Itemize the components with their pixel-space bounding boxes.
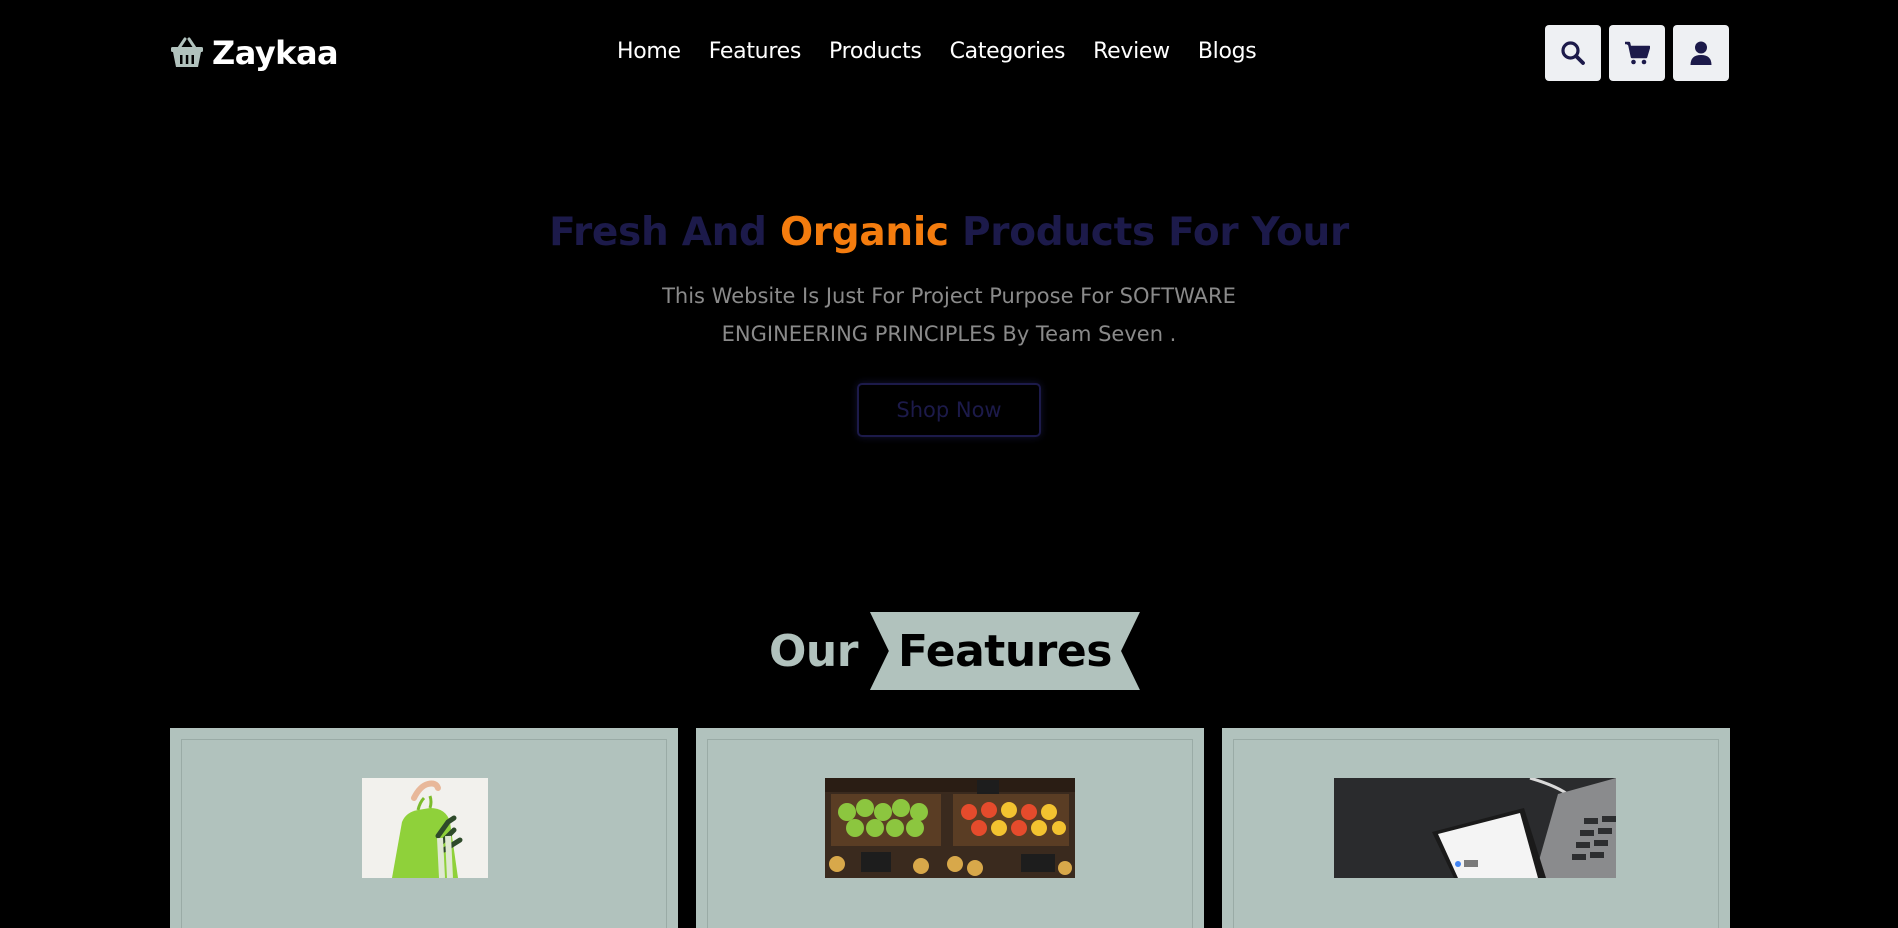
- feature-card: [170, 728, 678, 928]
- shopping-bag-illustration: [362, 778, 488, 878]
- header-actions: [1545, 25, 1729, 81]
- feature-card: [1222, 728, 1730, 928]
- nav-categories[interactable]: Categories: [950, 39, 1066, 64]
- feature-card: [696, 728, 1204, 928]
- hero-title-part1: Fresh And: [549, 210, 780, 255]
- search-button[interactable]: [1545, 25, 1601, 81]
- main-nav: Home Features Products Categories Review…: [617, 39, 1257, 64]
- hero-section: Fresh And Organic Products For Your This…: [0, 210, 1898, 437]
- cart-button[interactable]: [1609, 25, 1665, 81]
- search-icon: [1561, 41, 1585, 65]
- hero-title: Fresh And Organic Products For Your: [0, 210, 1898, 255]
- hero-title-accent: Organic: [779, 210, 949, 255]
- features-heading-prefix: Our: [769, 625, 858, 677]
- brand-name: Zaykaa: [212, 34, 339, 72]
- features-ribbon: Features: [869, 612, 1140, 690]
- nav-products[interactable]: Products: [829, 39, 922, 64]
- nav-review[interactable]: Review: [1093, 39, 1170, 64]
- site-header: Zaykaa Home Features Products Categories…: [0, 0, 1898, 106]
- mobile-payment-illustration: [1334, 778, 1616, 878]
- feature-image-shopping-bag: [362, 778, 488, 878]
- feature-cards: [170, 728, 1730, 928]
- fruit-market-illustration: [825, 778, 1075, 878]
- shop-now-button[interactable]: Shop Now: [857, 383, 1041, 437]
- hero-subtitle: This Website Is Just For Project Purpose…: [662, 284, 1236, 346]
- user-button[interactable]: [1673, 25, 1729, 81]
- nav-home[interactable]: Home: [617, 39, 681, 64]
- feature-image-fruit-market: [825, 778, 1075, 878]
- cart-icon: [1625, 41, 1650, 65]
- feature-image-mobile-payment: [1334, 778, 1616, 878]
- nav-features[interactable]: Features: [709, 39, 802, 64]
- hero-title-part2: Products For Your: [948, 210, 1349, 255]
- brand-logo[interactable]: Zaykaa: [170, 34, 339, 72]
- features-heading: Our Features: [769, 612, 1140, 690]
- user-icon: [1690, 41, 1712, 65]
- basket-icon: [171, 37, 203, 67]
- nav-blogs[interactable]: Blogs: [1198, 39, 1257, 64]
